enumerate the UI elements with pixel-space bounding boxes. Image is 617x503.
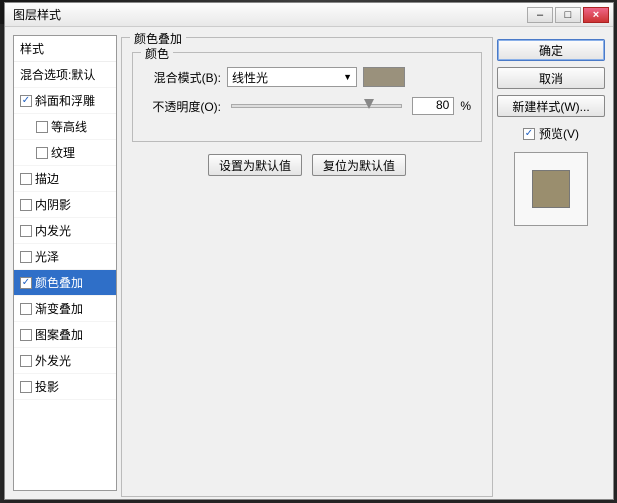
reset-default-button[interactable]: 复位为默认值	[312, 154, 406, 176]
style-item[interactable]: 投影	[14, 374, 116, 400]
minimize-button[interactable]: –	[527, 7, 553, 23]
blendmode-value: 线性光	[232, 69, 268, 86]
style-checkbox[interactable]	[20, 355, 32, 367]
style-item[interactable]: 外发光	[14, 348, 116, 374]
preview-checkbox[interactable]	[523, 128, 535, 140]
new-style-button[interactable]: 新建样式(W)...	[497, 95, 605, 117]
preview-label: 预览(V)	[539, 125, 579, 142]
style-item-label: 内发光	[35, 222, 71, 239]
style-item-label: 渐变叠加	[35, 300, 83, 317]
color-swatch[interactable]	[363, 67, 405, 87]
inner-group-title: 颜色	[141, 45, 173, 62]
opacity-input[interactable]: 80	[412, 97, 454, 115]
style-item[interactable]: 图案叠加	[14, 322, 116, 348]
preview-swatch	[532, 170, 570, 208]
window-title: 图层样式	[9, 6, 61, 23]
style-item[interactable]: 内发光	[14, 218, 116, 244]
layer-style-dialog: 图层样式 – □ × 样式 混合选项:默认 斜面和浮雕等高线纹理描边内阴影内发光…	[4, 2, 614, 500]
style-checkbox[interactable]	[20, 173, 32, 185]
style-item-label: 投影	[35, 378, 59, 395]
styles-list: 样式 混合选项:默认 斜面和浮雕等高线纹理描边内阴影内发光光泽颜色叠加渐变叠加图…	[13, 35, 117, 491]
ok-button[interactable]: 确定	[497, 39, 605, 61]
maximize-button[interactable]: □	[555, 7, 581, 23]
style-item[interactable]: 颜色叠加	[14, 270, 116, 296]
style-checkbox[interactable]	[36, 147, 48, 159]
close-button[interactable]: ×	[583, 7, 609, 23]
style-checkbox[interactable]	[20, 329, 32, 341]
settings-panel: 颜色叠加 颜色 混合模式(B): 线性光 ▼ 不透明度(O):	[121, 35, 493, 491]
chevron-down-icon: ▼	[343, 72, 352, 82]
opacity-label: 不透明度(O):	[143, 98, 221, 115]
style-item[interactable]: 渐变叠加	[14, 296, 116, 322]
style-item[interactable]: 内阴影	[14, 192, 116, 218]
style-item[interactable]: 描边	[14, 166, 116, 192]
style-item[interactable]: 纹理	[14, 140, 116, 166]
style-checkbox[interactable]	[20, 225, 32, 237]
set-default-button[interactable]: 设置为默认值	[208, 154, 302, 176]
style-item-label: 纹理	[51, 144, 75, 161]
blendmode-select[interactable]: 线性光 ▼	[227, 67, 357, 87]
style-item[interactable]: 斜面和浮雕	[14, 88, 116, 114]
style-item-label: 等高线	[51, 118, 87, 135]
style-checkbox[interactable]	[20, 251, 32, 263]
style-item-label: 图案叠加	[35, 326, 83, 343]
preview-box	[514, 152, 588, 226]
style-item-label: 描边	[35, 170, 59, 187]
style-checkbox[interactable]	[20, 277, 32, 289]
style-checkbox[interactable]	[20, 95, 32, 107]
blendmode-label: 混合模式(B):	[143, 69, 221, 86]
style-item-label: 颜色叠加	[35, 274, 83, 291]
style-item-label: 光泽	[35, 248, 59, 265]
style-checkbox[interactable]	[20, 199, 32, 211]
style-item[interactable]: 光泽	[14, 244, 116, 270]
style-item[interactable]: 等高线	[14, 114, 116, 140]
style-item-label: 外发光	[35, 352, 71, 369]
style-checkbox[interactable]	[36, 121, 48, 133]
titlebar[interactable]: 图层样式 – □ ×	[5, 3, 613, 27]
opacity-unit: %	[460, 99, 471, 113]
style-checkbox[interactable]	[20, 303, 32, 315]
style-item-label: 斜面和浮雕	[35, 92, 95, 109]
style-checkbox[interactable]	[20, 381, 32, 393]
opacity-slider[interactable]	[231, 104, 402, 108]
action-panel: 确定 取消 新建样式(W)... 预览(V)	[497, 35, 605, 491]
cancel-button[interactable]: 取消	[497, 67, 605, 89]
blending-options-item[interactable]: 混合选项:默认	[14, 62, 116, 88]
styles-header[interactable]: 样式	[14, 36, 116, 62]
slider-thumb[interactable]	[364, 99, 374, 109]
style-item-label: 内阴影	[35, 196, 71, 213]
